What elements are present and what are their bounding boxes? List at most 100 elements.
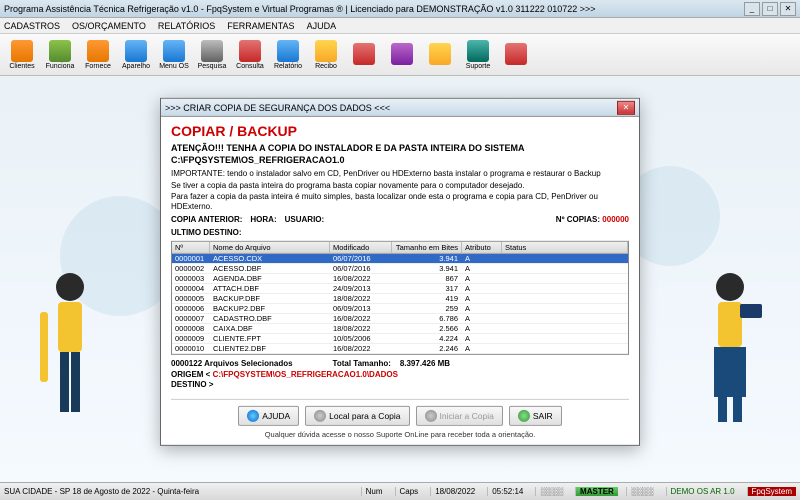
toolbar-button-Clientes[interactable]: Clientes [4,36,40,74]
toolbar-icon [353,43,375,65]
menu-os-orcamento[interactable]: OS/ORÇAMENTO [72,21,146,31]
file-row[interactable]: 0000002ACESSO.DBF06/07/20163.941A [172,264,628,274]
label-usuario: USUARIO: [285,215,325,224]
file-row[interactable]: 0000008CAIXA.DBF18/08/20222.566A [172,324,628,334]
col-header-num[interactable]: Nº [172,242,210,253]
toolbar-icon [125,40,147,62]
file-row[interactable]: 0000004ATTACH.DBF24/09/2013317A [172,284,628,294]
statusbar-location: SUA CIDADE - SP 18 de Agosto de 2022 - Q… [4,487,353,496]
statusbar-brand: FpqSystem [747,487,796,496]
toolbar-button-Pesquisa[interactable]: Pesquisa [194,36,230,74]
toolbar-label: Suporte [466,63,491,70]
menu-ajuda[interactable]: AJUDA [307,21,337,31]
file-row[interactable]: 0000005BACKUP.DBF18/08/2022419A [172,294,628,304]
file-row[interactable]: 0000001ACESSO.CDX06/07/20163.941A [172,254,628,264]
exit-icon [518,410,530,422]
toolbar-button-9[interactable] [346,36,382,74]
file-row[interactable]: 0000003AGENDA.DBF16/08/2022867A [172,274,628,284]
col-header-date[interactable]: Modificado [330,242,392,253]
col-header-attr[interactable]: Atributo [462,242,502,253]
label-ultimo-destino: ULTIMO DESTINO: [171,228,242,237]
local-copia-button[interactable]: Local para a Copia [305,406,409,426]
toolbar-label: Funciona [46,63,75,70]
statusbar-progress2: ░░░░ [626,487,658,496]
col-header-status[interactable]: Status [502,242,628,253]
menu-ferramentas[interactable]: FERRAMENTAS [227,21,294,31]
toolbar-label: Menu OS [159,63,189,70]
file-row[interactable]: 0000010CLIENTE2.DBF16/08/20222.246A [172,344,628,354]
statusbar-time: 05:52:14 [487,487,527,496]
toolbar-label: Pesquisa [198,63,227,70]
toolbar-icon [429,43,451,65]
iniciar-copia-button[interactable]: Iniciar a Copia [416,406,503,426]
backup-note-1: IMPORTANTE: tendo o instalador salvo em … [171,169,629,179]
toolbar-button-Relatório[interactable]: Relatório [270,36,306,74]
statusbar-user: MASTER [575,487,618,496]
backup-ultimo-row: ULTIMO DESTINO: [171,228,629,237]
toolbar-button-13[interactable] [498,36,534,74]
origem-row: ORIGEM < C:\FPQSYSTEM\OS_REFRIGERACAO1.0… [171,370,629,379]
label-hora: HORA: [250,215,276,224]
dialog-title: >>> CRIAR COPIA DE SEGURANÇA DOS DADOS <… [165,102,617,112]
col-header-size[interactable]: Tamanho em Bites [392,242,462,253]
toolbar-label: Consulta [236,63,264,70]
toolbar-label: Recibo [315,63,337,70]
statusbar-caps: Caps [395,487,423,496]
window-titlebar: Programa Assistência Técnica Refrigeraçã… [0,0,800,18]
file-row[interactable]: 0000006BACKUP2.DBF06/09/2013259A [172,304,628,314]
toolbar-label: Relatório [274,63,302,70]
maximize-button[interactable]: □ [762,2,778,16]
toolbar-button-Consulta[interactable]: Consulta [232,36,268,74]
file-row[interactable]: 0000007CADASTRO.DBF16/08/20226.786A [172,314,628,324]
backup-info-row: COPIA ANTERIOR: HORA: USUARIO: Nº COPIAS… [171,215,629,224]
window-controls: _ □ ✕ [744,2,796,16]
toolbar-icon [391,43,413,65]
statusbar-date: 18/08/2022 [430,487,479,496]
file-table-body[interactable]: 0000001ACESSO.CDX06/07/20163.941A0000002… [172,254,628,354]
search-icon [314,410,326,422]
ajuda-button[interactable]: AJUDA [238,406,299,426]
toolbar-button-10[interactable] [384,36,420,74]
toolbar-icon [163,40,185,62]
minimize-button[interactable]: _ [744,2,760,16]
label-copia-anterior: COPIA ANTERIOR: [171,215,242,224]
toolbar-button-Recibo[interactable]: Recibo [308,36,344,74]
toolbar-label: Aparelho [122,63,150,70]
window-title: Programa Assistência Técnica Refrigeraçã… [4,4,744,14]
statusbar-demo: DEMO OS AR 1.0 [666,487,739,496]
illustration-person-left [30,262,110,442]
close-button[interactable]: ✕ [780,2,796,16]
toolbar-button-Aparelho[interactable]: Aparelho [118,36,154,74]
backup-install-path: C:\FPQSYSTEM\OS_REFRIGERACAO1.0 [171,155,629,165]
toolbar-icon [239,40,261,62]
sair-button[interactable]: SAIR [509,406,562,426]
toolbar-button-Suporte[interactable]: Suporte [460,36,496,74]
menu-cadastros[interactable]: CADASTROS [4,21,60,31]
backup-dialog: >>> CRIAR COPIA DE SEGURANÇA DOS DADOS <… [160,98,640,446]
toolbar-button-Fornece[interactable]: Fornece [80,36,116,74]
label-ncopias: Nº COPIAS: [556,215,600,224]
toolbar-button-Funciona[interactable]: Funciona [42,36,78,74]
menubar: CADASTROS OS/ORÇAMENTO RELATÓRIOS FERRAM… [0,18,800,34]
toolbar-button-11[interactable] [422,36,458,74]
menu-relatorios[interactable]: RELATÓRIOS [158,21,215,31]
origem-label: ORIGEM < [171,370,210,379]
toolbar-label: Fornece [85,63,111,70]
toolbar-icon [467,40,489,62]
backup-heading: COPIAR / BACKUP [171,123,629,139]
file-row[interactable]: 0000009CLIENTE.FPT10/05/20064.224A [172,334,628,344]
check-icon [425,410,437,422]
statusbar-progress: ░░░░ [535,487,567,496]
toolbar-button-Menu OS[interactable]: Menu OS [156,36,192,74]
dialog-buttons: AJUDA Local para a Copia Iniciar a Copia… [171,399,629,426]
file-table: Nº Nome do Arquivo Modificado Tamanho em… [171,241,629,355]
toolbar-label: Clientes [9,63,34,70]
illustration-person-right [690,262,770,442]
summary-total-label: Total Tamanho: [333,359,391,368]
backup-note-3: Para fazer a copia da pasta inteira é mu… [171,192,629,211]
backup-warning: ATENÇÃO!!! TENHA A COPIA DO INSTALADOR E… [171,143,629,153]
destino-label: DESTINO > [171,380,213,389]
dialog-close-button[interactable]: ✕ [617,100,635,114]
col-header-name[interactable]: Nome do Arquivo [210,242,330,253]
toolbar-icon [315,40,337,62]
